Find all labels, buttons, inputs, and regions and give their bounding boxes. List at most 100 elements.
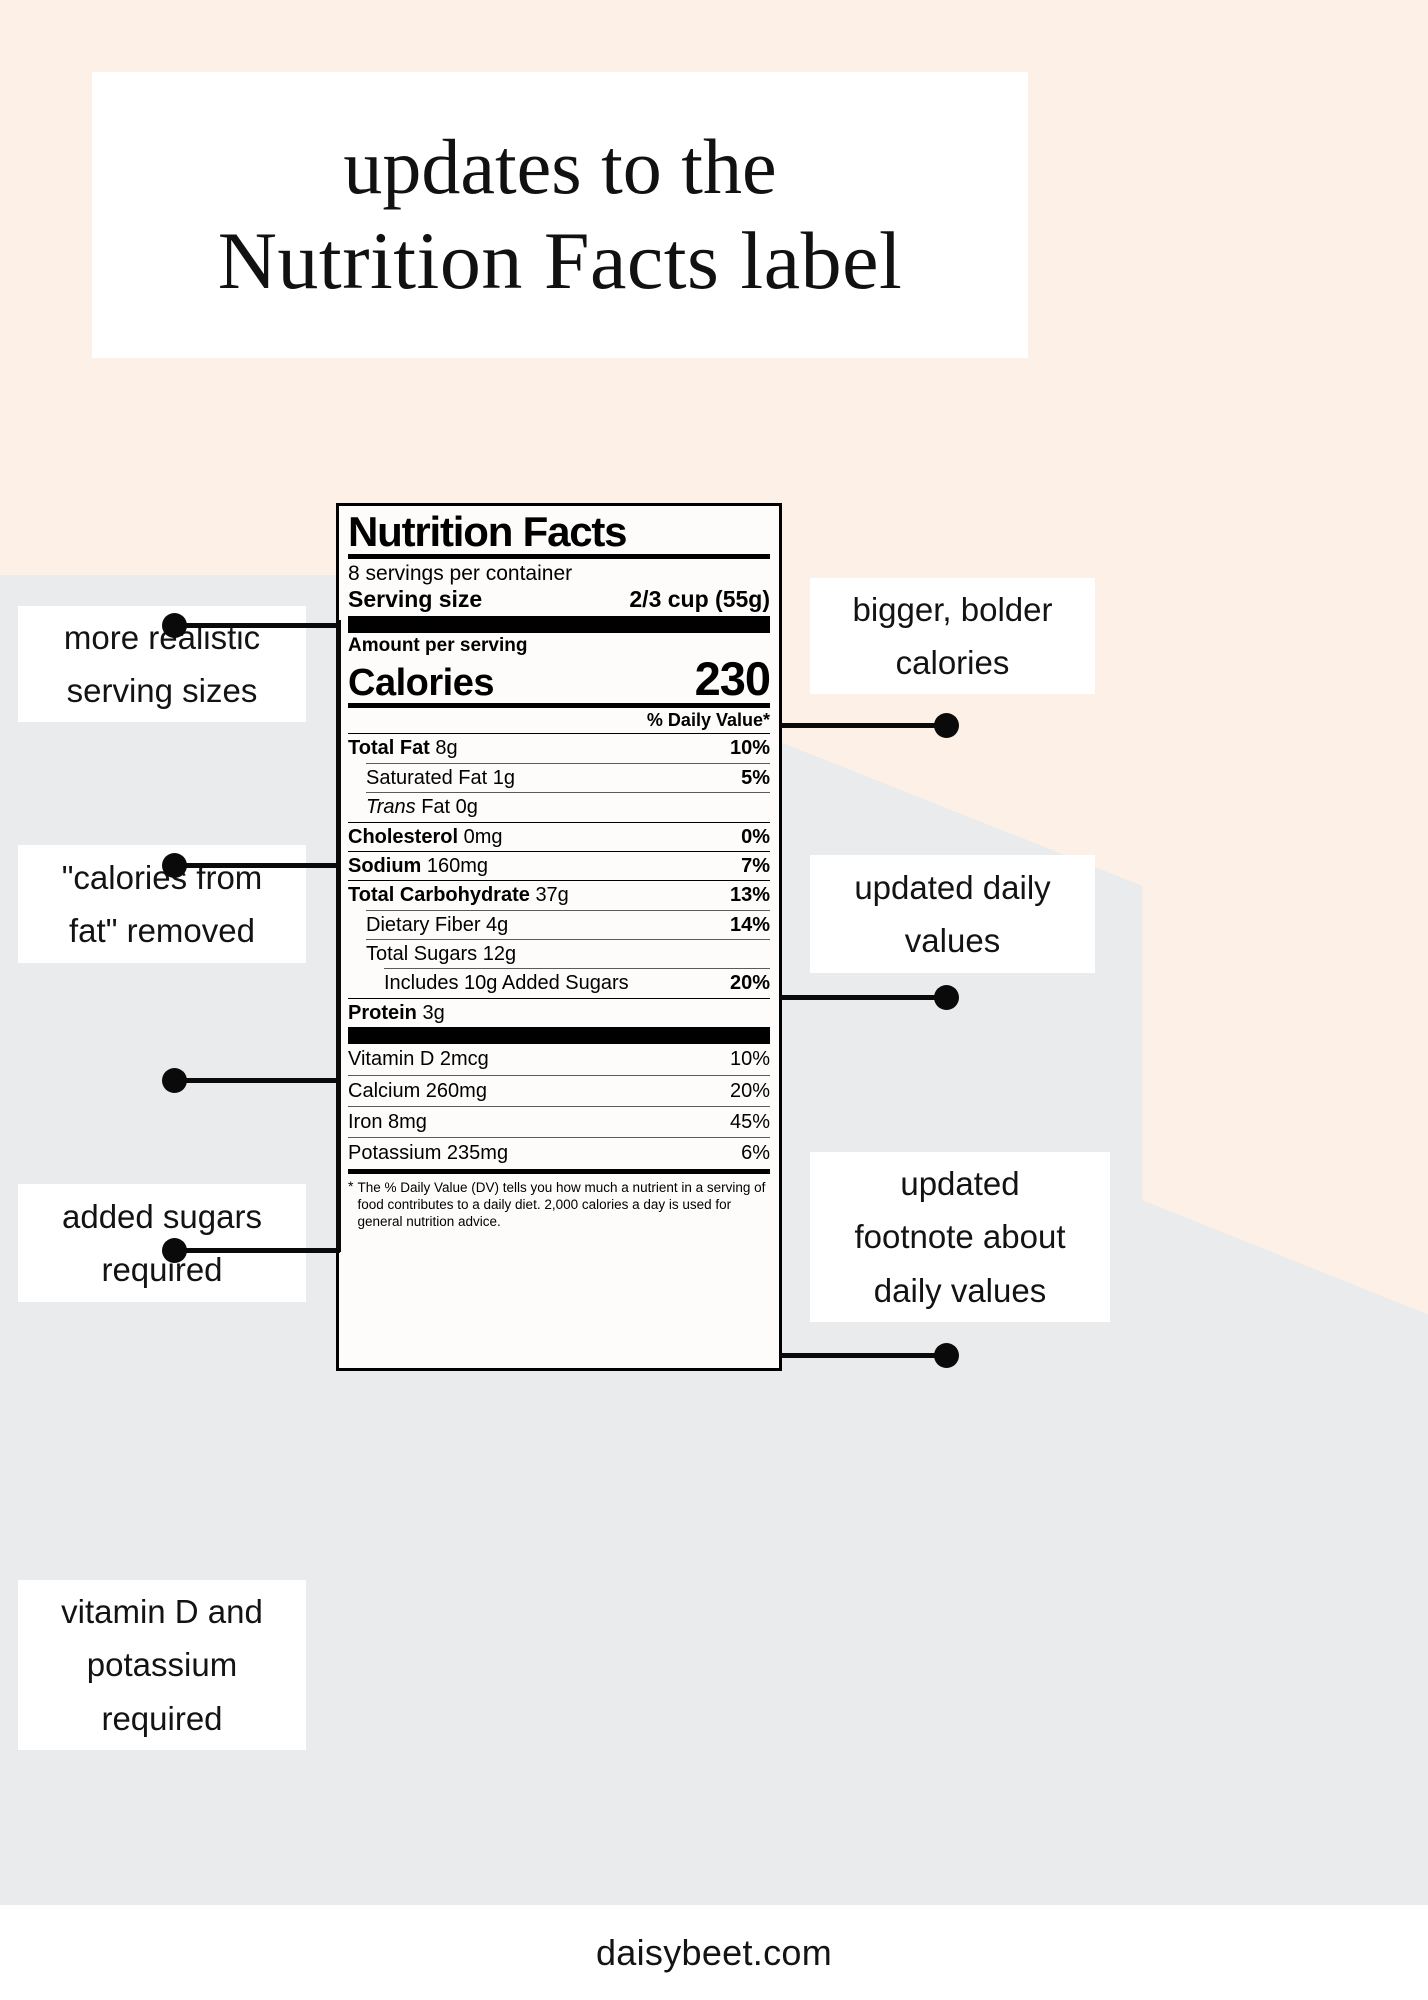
annotation-calories-from-fat-line-2: fat" removed <box>69 912 255 949</box>
nutrition-facts-label: Nutrition Facts 8 servings per container… <box>336 503 782 1371</box>
annotation-vitamin-d-line-1: vitamin D and <box>61 1592 263 1630</box>
potassium-dv: 6% <box>741 1142 770 1165</box>
annotation-calories-from-fat-line-1: "calories from <box>61 858 263 896</box>
nutrient-row-trans-fat: Trans Fat 0g <box>348 793 770 821</box>
calcium-dv: 20% <box>729 1079 770 1102</box>
protein-amount: 3g <box>422 1001 445 1024</box>
page-title-line-2: Nutrition Facts label <box>217 215 903 306</box>
cholesterol-name: Cholesterol <box>348 825 459 848</box>
cholesterol-label: Cholesterol 0mg <box>348 826 503 848</box>
footnote-text: The % Daily Value (DV) tells you how muc… <box>357 1179 766 1230</box>
nutrient-row-protein: Protein 3g <box>348 999 770 1027</box>
nutrient-row-saturated-fat: Saturated Fat 1g 5% <box>348 764 770 792</box>
nutrient-label-total-fat: Total Fat 8g <box>348 737 458 759</box>
divider-thick-before-micronutrients <box>348 1027 770 1045</box>
micronutrient-row-potassium: Potassium 235mg 6% <box>348 1138 770 1168</box>
protein-name: Protein <box>348 1001 417 1024</box>
calories-label: Calories <box>348 661 494 704</box>
annotation-serving-sizes-line-2: serving sizes <box>66 672 258 709</box>
footnote-asterisk: * <box>348 1177 354 1194</box>
serving-size-value: 2/3 cup (55g) <box>629 586 770 613</box>
site-footer-url: daisybeet.com <box>595 1931 833 1973</box>
nutrient-row-sodium: Sodium 160mg 7% <box>348 852 770 880</box>
daily-value-footnote: * The % Daily Value (DV) tells you how m… <box>348 1174 770 1231</box>
cholesterol-amount: 0mg <box>463 825 503 848</box>
iron-dv: 45% <box>729 1111 770 1134</box>
total-carbohydrate-label: Total Carbohydrate 37g <box>348 884 569 906</box>
leader-line-calories-from-fat <box>174 863 340 868</box>
cholesterol-dv: 0% <box>741 825 770 848</box>
daily-value-header: % Daily Value* <box>646 710 770 731</box>
added-sugars-dv: 20% <box>729 972 770 995</box>
leader-line-bigger-calories <box>780 723 940 728</box>
total-carbohydrate-dv: 13% <box>729 884 770 907</box>
annotation-added-sugars: added sugars required <box>18 1184 306 1302</box>
sodium-name: Sodium <box>348 854 422 877</box>
leader-dot-footnote <box>934 1343 959 1368</box>
dietary-fiber-dv: 14% <box>729 913 770 936</box>
protein-label: Protein 3g <box>348 1002 445 1024</box>
annotation-daily-values-line-1: updated daily <box>854 868 1051 906</box>
total-fat-amount: 8g <box>435 737 458 760</box>
annotation-bigger-calories: bigger, bolder calories <box>810 578 1095 694</box>
potassium-label: Potassium 235mg <box>348 1142 509 1165</box>
nutrient-row-added-sugars: Includes 10g Added Sugars 20% <box>348 969 770 997</box>
annotation-serving-sizes-line-1: more realistic <box>63 618 261 656</box>
servings-per-container: 8 servings per container <box>348 561 573 585</box>
sodium-amount: 160mg <box>426 854 489 877</box>
leader-stem-left <box>336 620 341 1252</box>
leader-line-serving-sizes <box>174 623 340 628</box>
annotation-updated-daily-values: updated daily values <box>810 855 1095 973</box>
annotation-footnote-line-2: footnote about <box>854 1218 1066 1256</box>
sodium-dv: 7% <box>741 854 770 877</box>
leader-dot-daily-values <box>934 985 959 1010</box>
trans-fat-label: Trans Fat 0g <box>366 796 478 818</box>
total-fat-name: Total Fat <box>348 737 430 760</box>
nutrition-facts-heading: Nutrition Facts <box>348 508 628 555</box>
annotation-bigger-calories-line-1: bigger, bolder <box>852 590 1053 628</box>
iron-label: Iron 8mg <box>348 1111 427 1134</box>
leader-line-daily-values <box>780 995 940 1000</box>
nutrient-row-total-fat: Total Fat 8g 10% <box>348 734 770 762</box>
micronutrient-row-vitamin-d: Vitamin D 2mcg 10% <box>348 1044 770 1074</box>
vitamin-d-label: Vitamin D 2mcg <box>348 1048 489 1071</box>
annotation-footnote-line-3: daily values <box>873 1271 1047 1309</box>
micronutrient-row-calcium: Calcium 260mg 20% <box>348 1076 770 1106</box>
annotation-vitamin-d-line-3: required <box>101 1699 223 1737</box>
annotation-footnote-line-1: updated <box>900 1164 1020 1202</box>
site-footer: daisybeet.com <box>0 1905 1428 2000</box>
leader-dot-bigger-calories <box>934 713 959 738</box>
vitamin-d-dv: 10% <box>729 1048 770 1071</box>
annotation-updated-footnote: updated footnote about daily values <box>810 1152 1110 1322</box>
nutrient-row-total-carbohydrate: Total Carbohydrate 37g 13% <box>348 881 770 909</box>
nutrient-row-total-sugars: Total Sugars 12g <box>348 940 770 968</box>
total-sugars-label: Total Sugars 12g <box>366 943 517 966</box>
micronutrient-row-iron: Iron 8mg 45% <box>348 1107 770 1137</box>
total-carbohydrate-amount: 37g <box>535 884 569 907</box>
annotation-vitamin-d-line-2: potassium <box>86 1646 238 1684</box>
leader-line-footnote <box>780 1353 940 1358</box>
trans-fat-italic-word: Trans <box>366 796 416 819</box>
total-carbohydrate-name: Total Carbohydrate <box>348 884 530 907</box>
calories-value: 230 <box>694 651 771 705</box>
annotation-vitamin-d-potassium: vitamin D and potassium required <box>18 1580 306 1750</box>
sodium-label: Sodium 160mg <box>348 855 488 877</box>
trans-fat-rest: Fat 0g <box>421 796 478 819</box>
leader-line-added-sugars <box>174 1078 340 1083</box>
nutrient-row-dietary-fiber: Dietary Fiber 4g 14% <box>348 911 770 939</box>
calcium-label: Calcium 260mg <box>348 1079 487 1102</box>
page-title-card: updates to the Nutrition Facts label <box>92 72 1028 358</box>
added-sugars-label: Includes 10g Added Sugars <box>384 972 629 995</box>
leader-line-vitamin-d <box>174 1248 340 1253</box>
annotation-bigger-calories-line-2: calories <box>895 644 1010 681</box>
nutrient-row-cholesterol: Cholesterol 0mg 0% <box>348 823 770 851</box>
calories-row: Calories 230 <box>348 651 771 705</box>
dietary-fiber-label: Dietary Fiber 4g <box>366 913 509 936</box>
infographic-poster: updates to the Nutrition Facts label Nut… <box>0 0 1428 2000</box>
saturated-fat-dv: 5% <box>741 766 770 789</box>
saturated-fat-label: Saturated Fat 1g <box>366 766 515 789</box>
total-fat-dv: 10% <box>729 737 770 760</box>
serving-size-row: Serving size 2/3 cup (55g) <box>348 586 770 616</box>
annotation-added-sugars-line-1: added sugars <box>62 1197 262 1235</box>
divider-thick-top <box>348 615 770 633</box>
